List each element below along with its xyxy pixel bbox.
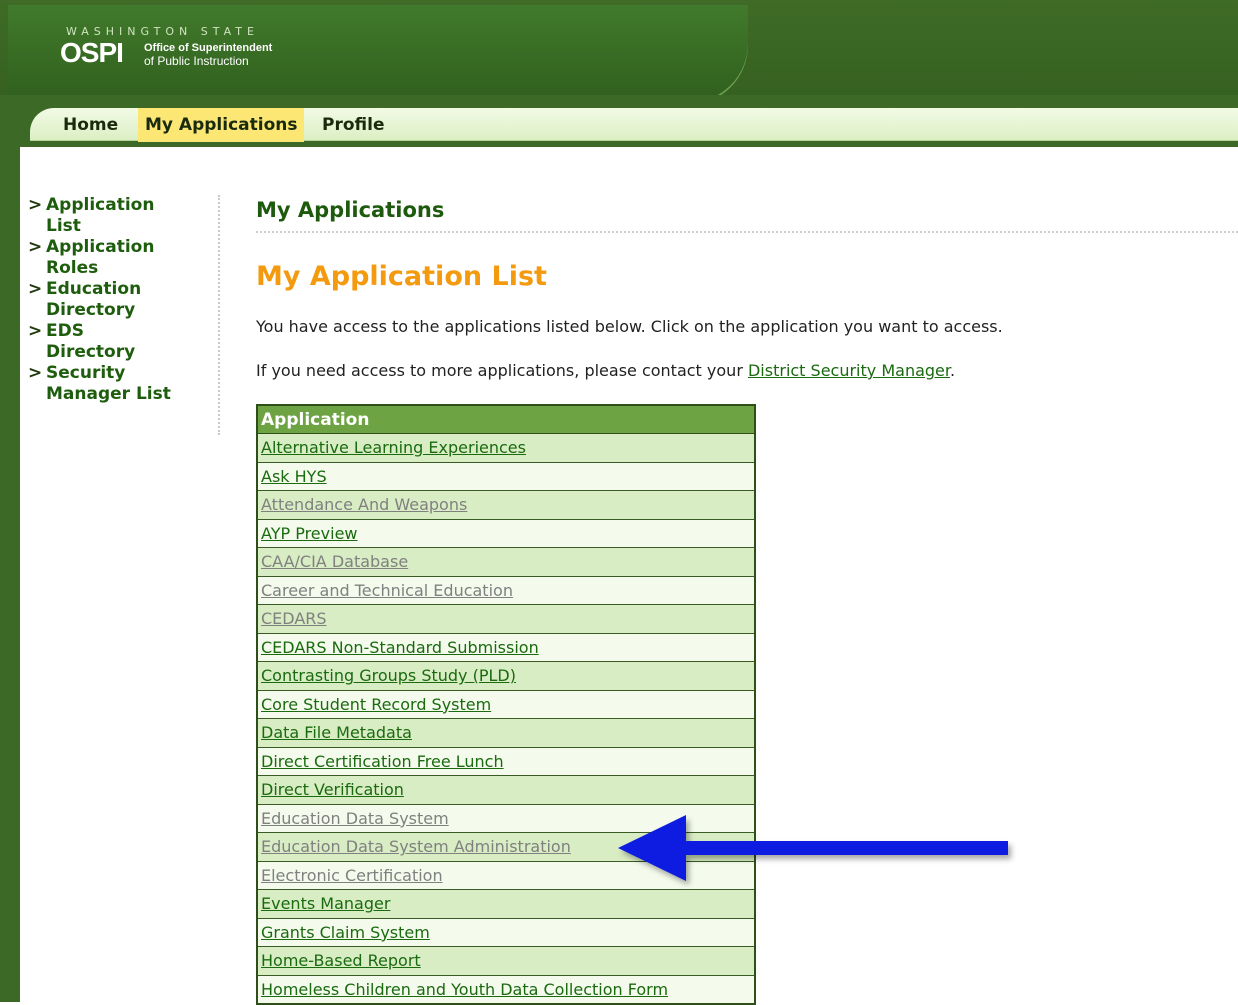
table-row: Direct Certification Free Lunch [257, 747, 755, 776]
application-link[interactable]: CEDARS Non-Standard Submission [261, 638, 539, 657]
contact-text: If you need access to more applications,… [256, 361, 955, 380]
application-cell: Core Student Record System [257, 690, 755, 719]
application-link[interactable]: Home-Based Report [261, 951, 421, 970]
arrow-left-icon [618, 815, 1008, 881]
application-link[interactable]: Events Manager [261, 894, 390, 913]
application-link[interactable]: Direct Verification [261, 780, 404, 799]
chevron-right-icon: > [28, 195, 43, 215]
sidebar-item-label[interactable]: Application Roles [46, 237, 176, 279]
application-link[interactable]: Core Student Record System [261, 695, 491, 714]
table-row: Contrasting Groups Study (PLD) [257, 661, 755, 691]
tab-profile[interactable]: Profile [315, 108, 391, 142]
application-cell: CEDARS Non-Standard Submission [257, 633, 755, 662]
title-divider [256, 231, 1238, 233]
application-link[interactable]: Homeless Children and Youth Data Collect… [261, 980, 668, 999]
district-security-manager-link[interactable]: District Security Manager [748, 361, 950, 380]
application-cell: Ask HYS [257, 462, 755, 491]
table-row: Career and Technical Education [257, 576, 755, 605]
table-row: Grants Claim System [257, 918, 755, 947]
table-row: CEDARS Non-Standard Submission [257, 633, 755, 662]
applications-table: Application Alternative Learning Experie… [256, 404, 756, 1005]
table-row: Alternative Learning Experiences [257, 433, 755, 463]
application-cell: Homeless Children and Youth Data Collect… [257, 975, 755, 1005]
application-link[interactable]: Grants Claim System [261, 923, 430, 942]
logo-org-line2: of Public Instruction [144, 54, 249, 68]
application-link[interactable]: Electronic Certification [261, 866, 443, 885]
table-row: Homeless Children and Youth Data Collect… [257, 975, 755, 1005]
application-link[interactable]: Attendance And Weapons [261, 495, 467, 514]
application-cell: CEDARS [257, 604, 755, 634]
sidebar-item-label[interactable]: Application List [46, 195, 176, 237]
table-row: AYP Preview [257, 519, 755, 548]
application-link[interactable]: Contrasting Groups Study (PLD) [261, 666, 516, 685]
application-link[interactable]: Alternative Learning Experiences [261, 438, 526, 457]
application-cell: Alternative Learning Experiences [257, 433, 755, 463]
table-row: Direct Verification [257, 775, 755, 805]
application-link[interactable]: CAA/CIA Database [261, 552, 408, 571]
left-frame-bar [0, 95, 20, 1002]
sidebar-item-education-directory[interactable]: > Education Directory [28, 279, 218, 321]
nav-corner [20, 147, 38, 161]
table-row: Data File Metadata [257, 718, 755, 748]
table-row: Ask HYS [257, 462, 755, 491]
contact-prefix: If you need access to more applications,… [256, 361, 748, 380]
table-row: Attendance And Weapons [257, 490, 755, 520]
section-title: My Application List [256, 261, 547, 292]
chevron-right-icon: > [28, 321, 43, 341]
application-cell: Home-Based Report [257, 946, 755, 976]
table-row: CEDARS [257, 604, 755, 634]
applications-table-body: Alternative Learning Experiences Ask HYS A… [257, 433, 755, 1005]
table-row: Home-Based Report [257, 946, 755, 976]
page-title: My Applications [256, 198, 445, 222]
application-cell: Direct Verification [257, 775, 755, 805]
application-link[interactable]: AYP Preview [261, 524, 358, 543]
application-cell: Contrasting Groups Study (PLD) [257, 661, 755, 691]
main-content: My Applications My Application List You … [256, 195, 1238, 380]
application-link[interactable]: Career and Technical Education [261, 581, 513, 600]
application-link[interactable]: Ask HYS [261, 467, 327, 486]
application-link[interactable]: CEDARS [261, 609, 327, 628]
tab-my-applications[interactable]: My Applications [138, 108, 305, 142]
table-row: Core Student Record System [257, 690, 755, 719]
application-cell: Attendance And Weapons [257, 490, 755, 520]
application-cell: CAA/CIA Database [257, 547, 755, 577]
application-link[interactable]: Education Data System Administration [261, 837, 571, 856]
sidebar-item-label[interactable]: Security Manager List [46, 363, 176, 405]
sidebar-item-label[interactable]: Education Directory [46, 279, 176, 321]
contact-suffix: . [950, 361, 956, 380]
logo-org-line1: Office of Superintendent [144, 42, 273, 54]
application-link[interactable]: Education Data System [261, 809, 449, 828]
table-row: CAA/CIA Database [257, 547, 755, 577]
application-cell: Career and Technical Education [257, 576, 755, 605]
sidebar-item-label[interactable]: EDS Directory [46, 321, 176, 363]
application-cell: Grants Claim System [257, 918, 755, 947]
sidebar: > Application List > Application Roles >… [28, 195, 220, 435]
chevron-right-icon: > [28, 279, 43, 299]
sidebar-item-application-list[interactable]: > Application List [28, 195, 218, 237]
application-link[interactable]: Data File Metadata [261, 723, 412, 742]
application-cell: AYP Preview [257, 519, 755, 548]
application-cell: Data File Metadata [257, 718, 755, 748]
header-banner: WASHINGTON STATE OSPI Office of Superint… [8, 5, 748, 105]
application-cell: Direct Certification Free Lunch [257, 747, 755, 776]
application-link[interactable]: Direct Certification Free Lunch [261, 752, 504, 771]
sidebar-item-application-roles[interactable]: > Application Roles [28, 237, 218, 279]
table-header-row: Application [257, 405, 755, 434]
chevron-right-icon: > [28, 237, 43, 257]
tab-home[interactable]: Home [56, 108, 125, 142]
chevron-right-icon: > [28, 363, 43, 383]
intro-text: You have access to the applications list… [256, 317, 1003, 336]
logo-wordmark: OSPI [60, 37, 124, 68]
column-header-application: Application [257, 405, 755, 434]
sidebar-item-security-manager-list[interactable]: > Security Manager List [28, 363, 218, 405]
sidebar-item-eds-directory[interactable]: > EDS Directory [28, 321, 218, 363]
